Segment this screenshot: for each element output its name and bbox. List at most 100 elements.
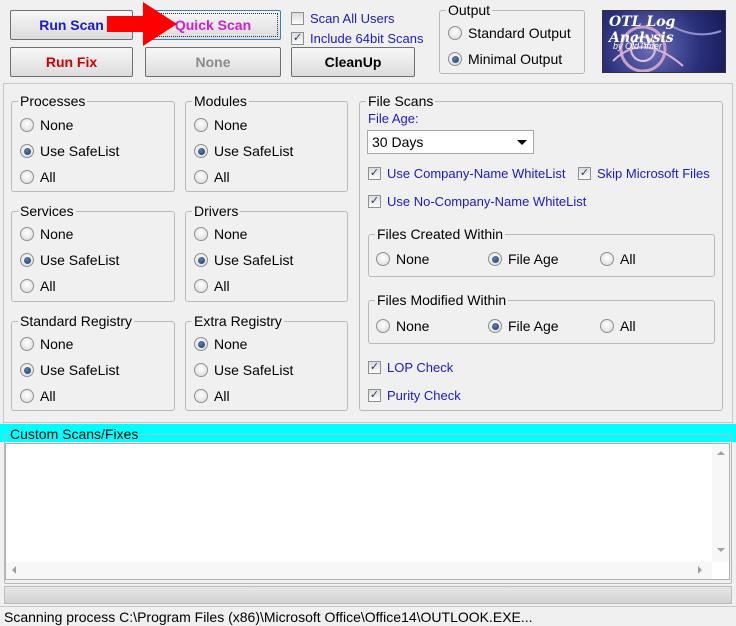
standard-output-radio[interactable]: Standard Output xyxy=(448,25,571,41)
radio-dot[interactable] xyxy=(376,319,390,333)
modules-all-radio[interactable]: All xyxy=(194,169,230,185)
extra-registry-all-radio[interactable]: All xyxy=(194,388,230,404)
radio-label: None xyxy=(214,117,248,133)
radio-dot[interactable] xyxy=(20,144,34,158)
created-file-age-radio[interactable]: File Age xyxy=(488,251,559,267)
progress-bar xyxy=(4,586,732,604)
radio-label: All xyxy=(620,251,636,267)
checkbox-box[interactable]: ✓ xyxy=(368,167,381,180)
modified-file-age-radio[interactable]: File Age xyxy=(488,318,559,334)
radio-label: None xyxy=(396,251,430,267)
run-fix-button[interactable]: Run Fix xyxy=(10,47,133,77)
radio-dot[interactable] xyxy=(194,363,208,377)
scan-all-users-checkbox[interactable]: Scan All Users xyxy=(291,11,395,26)
nocompany-whitelist-checkbox[interactable]: ✓ Use No-Company-Name WhiteList xyxy=(368,194,586,209)
processes-none-radio[interactable]: None xyxy=(20,117,73,133)
radio-label: File Age xyxy=(508,318,559,334)
extra-registry-title: Extra Registry xyxy=(192,313,284,329)
cleanup-button[interactable]: CleanUp xyxy=(291,47,415,77)
scroll-left-icon[interactable] xyxy=(12,566,16,574)
radio-dot[interactable] xyxy=(488,252,502,266)
modules-safelist-radio[interactable]: Use SafeList xyxy=(194,143,293,159)
files-created-title: Files Created Within xyxy=(375,226,506,242)
radio-dot[interactable] xyxy=(194,227,208,241)
checkbox-box[interactable]: ✓ xyxy=(368,389,381,402)
checkbox-box[interactable]: ✓ xyxy=(368,195,381,208)
checkbox-box[interactable]: ✓ xyxy=(291,32,304,45)
radio-label: Use SafeList xyxy=(214,252,294,268)
status-text: Scanning process C:\Program Files (x86)\… xyxy=(4,609,533,625)
company-whitelist-checkbox[interactable]: ✓ Use Company-Name WhiteList xyxy=(368,166,565,181)
services-safelist-radio[interactable]: Use SafeList xyxy=(20,252,119,268)
radio-dot[interactable] xyxy=(600,252,614,266)
minimal-output-radio[interactable]: Minimal Output xyxy=(448,51,562,67)
custom-scans-title: Custom Scans/Fixes xyxy=(8,426,141,442)
vertical-scrollbar[interactable] xyxy=(712,444,729,562)
include-64bit-checkbox[interactable]: ✓ Include 64bit Scans xyxy=(291,31,423,46)
checkbox-box[interactable]: ✓ xyxy=(368,361,381,374)
file-age-select[interactable]: 30 Days xyxy=(367,130,534,154)
standard-registry-all-radio[interactable]: All xyxy=(20,388,56,404)
checkbox-box[interactable] xyxy=(291,12,304,25)
radio-dot[interactable] xyxy=(194,337,208,351)
radio-dot[interactable] xyxy=(194,144,208,158)
radio-dot[interactable] xyxy=(20,337,34,351)
processes-all-radio[interactable]: All xyxy=(20,169,56,185)
modified-all-radio[interactable]: All xyxy=(600,318,636,334)
radio-dot[interactable] xyxy=(448,26,462,40)
custom-scans-textarea[interactable] xyxy=(5,443,730,580)
scroll-down-icon[interactable] xyxy=(717,548,725,552)
created-none-radio[interactable]: None xyxy=(376,251,429,267)
services-group: Services None Use SafeList All xyxy=(11,203,175,302)
radio-dot[interactable] xyxy=(20,363,34,377)
checkbox-box[interactable]: ✓ xyxy=(578,167,591,180)
standard-output-label: Standard Output xyxy=(468,25,571,41)
radio-dot[interactable] xyxy=(194,170,208,184)
modules-none-radio[interactable]: None xyxy=(194,117,247,133)
radio-dot[interactable] xyxy=(20,279,34,293)
services-all-radio[interactable]: All xyxy=(20,278,56,294)
drivers-safelist-radio[interactable]: Use SafeList xyxy=(194,252,293,268)
minimal-output-label: Minimal Output xyxy=(468,51,563,67)
standard-registry-title: Standard Registry xyxy=(18,313,135,329)
radio-dot[interactable] xyxy=(20,253,34,267)
radio-dot[interactable] xyxy=(20,227,34,241)
radio-dot[interactable] xyxy=(194,279,208,293)
radio-label: All xyxy=(40,388,56,404)
radio-label: All xyxy=(214,388,230,404)
skip-microsoft-checkbox[interactable]: ✓ Skip Microsoft Files xyxy=(578,166,710,181)
modified-none-radio[interactable]: None xyxy=(376,318,429,334)
radio-dot[interactable] xyxy=(488,319,502,333)
radio-dot[interactable] xyxy=(194,253,208,267)
file-age-value: 30 Days xyxy=(372,134,424,150)
scroll-up-icon[interactable] xyxy=(717,451,725,455)
standard-registry-safelist-radio[interactable]: Use SafeList xyxy=(20,362,119,378)
drivers-none-radio[interactable]: None xyxy=(194,226,247,242)
scroll-right-icon[interactable] xyxy=(698,566,702,574)
lop-check-checkbox[interactable]: ✓ LOP Check xyxy=(368,360,453,375)
extra-registry-none-radio[interactable]: None xyxy=(194,336,247,352)
radio-dot[interactable] xyxy=(20,170,34,184)
radio-label: File Age xyxy=(508,251,559,267)
standard-registry-none-radio[interactable]: None xyxy=(20,336,73,352)
radio-dot[interactable] xyxy=(20,118,34,132)
radio-dot[interactable] xyxy=(376,252,390,266)
radio-dot[interactable] xyxy=(194,389,208,403)
nocompany-whitelist-label: Use No-Company-Name WhiteList xyxy=(387,194,587,209)
radio-dot[interactable] xyxy=(600,319,614,333)
radio-label: Use SafeList xyxy=(40,143,120,159)
radio-label: None xyxy=(40,226,74,242)
services-none-radio[interactable]: None xyxy=(20,226,73,242)
radio-dot[interactable] xyxy=(448,52,462,66)
extra-registry-safelist-radio[interactable]: Use SafeList xyxy=(194,362,293,378)
radio-dot[interactable] xyxy=(20,389,34,403)
purity-check-checkbox[interactable]: ✓ Purity Check xyxy=(368,388,461,403)
processes-safelist-radio[interactable]: Use SafeList xyxy=(20,143,119,159)
created-all-radio[interactable]: All xyxy=(600,251,636,267)
horizontal-scrollbar[interactable] xyxy=(6,562,712,579)
radio-dot[interactable] xyxy=(194,118,208,132)
none-button[interactable]: None xyxy=(145,47,281,77)
drivers-all-radio[interactable]: All xyxy=(194,278,230,294)
extra-registry-group: Extra Registry None Use SafeList All xyxy=(185,313,348,411)
company-whitelist-label: Use Company-Name WhiteList xyxy=(387,166,566,181)
